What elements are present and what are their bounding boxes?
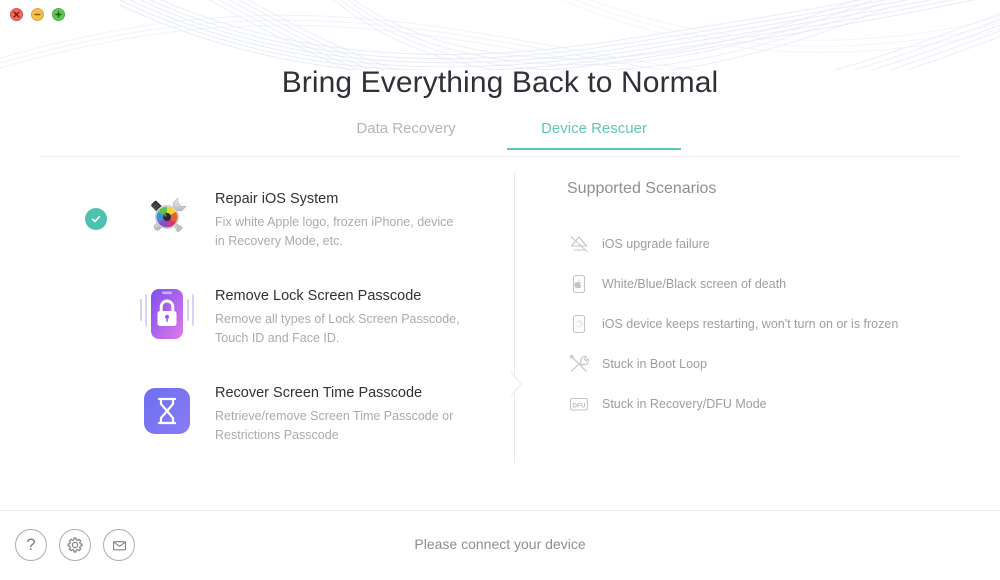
phone-lock-icon: [140, 289, 194, 339]
main-content: Repair iOS System Fix white Apple logo, …: [0, 170, 1000, 470]
screwdriver-wrench-icon: [151, 197, 187, 233]
tab-bar-divider: [40, 156, 960, 157]
scenario-item: iOS device keeps restarting, won't turn …: [567, 304, 967, 344]
feature-title: Recover Screen Time Passcode: [215, 385, 423, 401]
feature-item-remove-lock-screen-passcode[interactable]: Remove Lock Screen Passcode Remove all t…: [85, 275, 485, 372]
feature-item-repair-ios-system[interactable]: Repair iOS System Fix white Apple logo, …: [85, 178, 485, 275]
window-controls: [10, 8, 65, 21]
dfu-badge-icon: DFU: [567, 392, 591, 416]
content-divider: [514, 173, 515, 463]
scenario-label: Stuck in Recovery/DFU Mode: [602, 397, 767, 411]
scenario-label: Stuck in Boot Loop: [602, 357, 707, 371]
tools-icon: [567, 352, 591, 376]
selected-check-icon: [85, 208, 107, 230]
scenario-item: White/Blue/Black screen of death: [567, 264, 967, 304]
tab-bar: Data Recovery Device Rescuer: [40, 120, 960, 156]
feature-description: Fix white Apple logo, frozen iPhone, dev…: [215, 215, 454, 248]
status-message: Please connect your device: [414, 536, 586, 552]
feature-text-block: Remove Lock Screen Passcode Remove all t…: [215, 275, 465, 348]
upload-crossed-icon: [567, 232, 591, 256]
feature-description: Remove all types of Lock Screen Passcode…: [215, 312, 460, 345]
feature-description: Retrieve/remove Screen Time Passcode or …: [215, 409, 454, 442]
scenario-item: DFU Stuck in Recovery/DFU Mode: [567, 384, 967, 424]
header-wave-decoration: [0, 0, 1000, 70]
feature-title: Remove Lock Screen Passcode: [215, 288, 422, 304]
supported-scenarios-panel: Supported Scenarios iOS upgrade failure: [567, 180, 967, 424]
minimize-button[interactable]: [31, 8, 44, 21]
feature-item-recover-screen-time-passcode[interactable]: Recover Screen Time Passcode Retrieve/re…: [85, 372, 485, 469]
chevron-right-icon: [509, 370, 522, 398]
supported-scenarios-list: iOS upgrade failure White/Blue/Black scr…: [567, 224, 967, 424]
supported-scenarios-title: Supported Scenarios: [567, 180, 717, 197]
hourglass-icon: [144, 388, 190, 434]
maximize-button[interactable]: [52, 8, 65, 21]
phone-spinner-icon: [567, 312, 591, 336]
close-button[interactable]: [10, 8, 23, 21]
phone-apple-logo-icon: [567, 272, 591, 296]
tab-device-rescuer[interactable]: Device Rescuer: [507, 120, 681, 150]
feature-list: Repair iOS System Fix white Apple logo, …: [85, 178, 485, 469]
feature-title: Repair iOS System: [215, 191, 339, 207]
app-window: Bring Everything Back to Normal Data Rec…: [0, 0, 1000, 580]
svg-text:DFU: DFU: [572, 402, 585, 409]
scenario-label: iOS upgrade failure: [602, 237, 710, 251]
scenario-label: iOS device keeps restarting, won't turn …: [602, 317, 899, 331]
scenario-item: Stuck in Boot Loop: [567, 344, 967, 384]
feature-text-block: Repair iOS System Fix white Apple logo, …: [215, 178, 465, 251]
page-title: Bring Everything Back to Normal: [281, 66, 719, 99]
scenario-item: iOS upgrade failure: [567, 224, 967, 264]
tab-data-recovery[interactable]: Data Recovery: [319, 120, 493, 150]
feature-text-block: Recover Screen Time Passcode Retrieve/re…: [215, 372, 465, 445]
scenario-label: White/Blue/Black screen of death: [602, 277, 787, 291]
